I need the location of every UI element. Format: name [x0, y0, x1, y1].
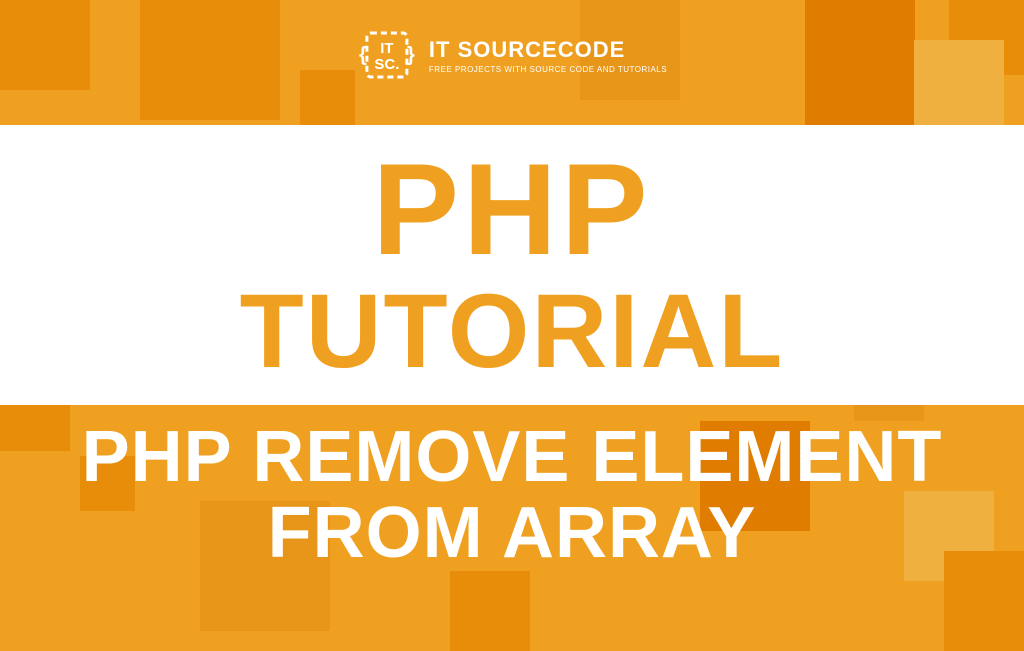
main-title-band: PHP TUTORIAL: [0, 125, 1024, 405]
decorative-square: [0, 0, 90, 90]
main-title-line2: TUTORIAL: [240, 282, 785, 382]
svg-text:{: {: [359, 44, 367, 66]
decorative-square: [140, 0, 280, 120]
main-title-line1: PHP: [372, 148, 651, 272]
subtitle-line1: PHP REMOVE ELEMENT: [0, 420, 1024, 496]
subtitle-line2: FROM ARRAY: [0, 496, 1024, 572]
decorative-square: [805, 0, 915, 125]
decorative-square: [300, 70, 355, 125]
logo-title: IT SOURCECODE: [429, 37, 667, 63]
logo-subtitle: FREE PROJECTS WITH SOURCE CODE AND TUTOR…: [429, 65, 667, 74]
svg-text:IT: IT: [380, 40, 393, 57]
logo-text: IT SOURCECODE FREE PROJECTS WITH SOURCE …: [429, 37, 667, 74]
svg-text:SC.: SC.: [374, 56, 399, 73]
logo-icon: IT SC. { }: [357, 25, 417, 85]
svg-text:}: }: [407, 44, 415, 66]
subtitle-section: PHP REMOVE ELEMENT FROM ARRAY: [0, 420, 1024, 571]
brand-logo: IT SC. { } IT SOURCECODE FREE PROJECTS W…: [357, 25, 667, 85]
decorative-square: [914, 40, 1004, 130]
decorative-square: [450, 571, 530, 651]
